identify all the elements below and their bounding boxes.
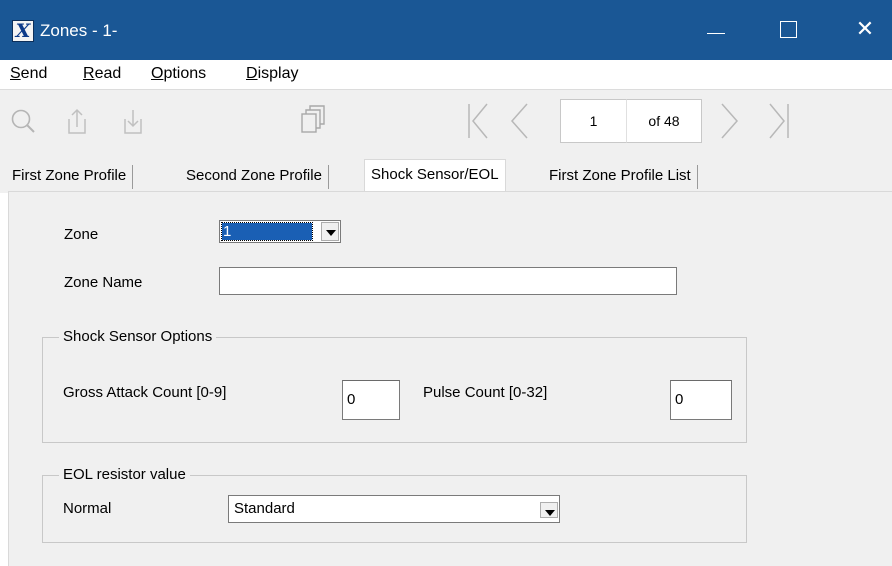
gross-attack-count-input[interactable]: 0 [342, 380, 400, 420]
pulse-count-label: Pulse Count [0-32] [423, 384, 548, 401]
menu-read-accel: R [83, 65, 95, 82]
menu-options-accel: O [151, 65, 164, 82]
eol-resistor-title: EOL resistor value [59, 466, 190, 484]
tab-shock-sensor-eol[interactable]: Shock Sensor/EOL [364, 159, 506, 193]
minimize-icon [707, 33, 725, 34]
tab-panel: Zone 1 Zone Name Shock Sensor Options Gr… [8, 191, 892, 566]
menu-bar: Send Read Options Display [0, 60, 892, 88]
previous-page-icon[interactable] [508, 102, 530, 140]
menu-display-accel: D [246, 65, 258, 82]
menu-display[interactable]: Display [246, 64, 298, 84]
window-title: Zones - 1- [40, 21, 118, 40]
pulse-count-input[interactable]: 0 [670, 380, 732, 420]
search-icon[interactable] [10, 108, 36, 134]
menu-send-label: end [20, 65, 48, 82]
normal-label: Normal [63, 500, 112, 517]
menu-read-label: ead [94, 65, 122, 82]
normal-dropdown-button[interactable] [540, 502, 558, 518]
first-page-icon[interactable] [467, 102, 489, 140]
shock-sensor-options-group: Shock Sensor Options Gross Attack Count … [42, 328, 747, 443]
zone-label: Zone [64, 226, 99, 243]
shock-sensor-options-title: Shock Sensor Options [59, 328, 217, 346]
normal-selected-value: Standard [234, 500, 295, 517]
gross-attack-count-label: Gross Attack Count [0-9] [63, 384, 227, 401]
last-page-icon[interactable] [768, 102, 790, 140]
menu-display-label: isplay [257, 65, 299, 82]
next-page-icon[interactable] [719, 102, 741, 140]
toolbar: 1 of 48 [0, 89, 892, 151]
page-total-label: of 48 [626, 99, 702, 143]
copy-icon[interactable] [298, 105, 326, 135]
normal-select[interactable]: Standard [228, 495, 560, 523]
current-page-field[interactable]: 1 [560, 99, 626, 143]
tab-first-zone-profile[interactable]: First Zone Profile [6, 165, 134, 189]
zone-name-label: Zone Name [64, 274, 143, 291]
tab-first-zone-profile-list[interactable]: First Zone Profile List [543, 165, 698, 189]
maximize-button[interactable] [763, 0, 817, 60]
menu-options[interactable]: Options [151, 64, 206, 84]
menu-send-accel: S [10, 65, 21, 82]
zone-name-input[interactable] [219, 267, 677, 295]
menu-send[interactable]: Send [10, 64, 47, 84]
title-bar: X Zones - 1- ✕ [0, 0, 892, 60]
close-icon: ✕ [855, 17, 875, 42]
menu-options-label: ptions [163, 65, 207, 82]
minimize-button[interactable] [690, 0, 744, 60]
zone-select[interactable]: 1 [219, 220, 341, 243]
app-icon[interactable]: X [12, 20, 34, 42]
zone-selected-value: 1 [221, 222, 313, 241]
download-icon[interactable] [120, 107, 146, 135]
menu-read[interactable]: Read [83, 64, 121, 84]
tab-strip: First Zone Profile Second Zone Profile S… [0, 151, 892, 193]
upload-icon[interactable] [64, 107, 90, 135]
maximize-icon [780, 21, 797, 38]
tab-second-zone-profile[interactable]: Second Zone Profile [180, 165, 329, 189]
close-button[interactable]: ✕ [838, 0, 892, 60]
zone-dropdown-button[interactable] [321, 222, 339, 241]
eol-resistor-group: EOL resistor value Normal Standard [42, 466, 747, 543]
